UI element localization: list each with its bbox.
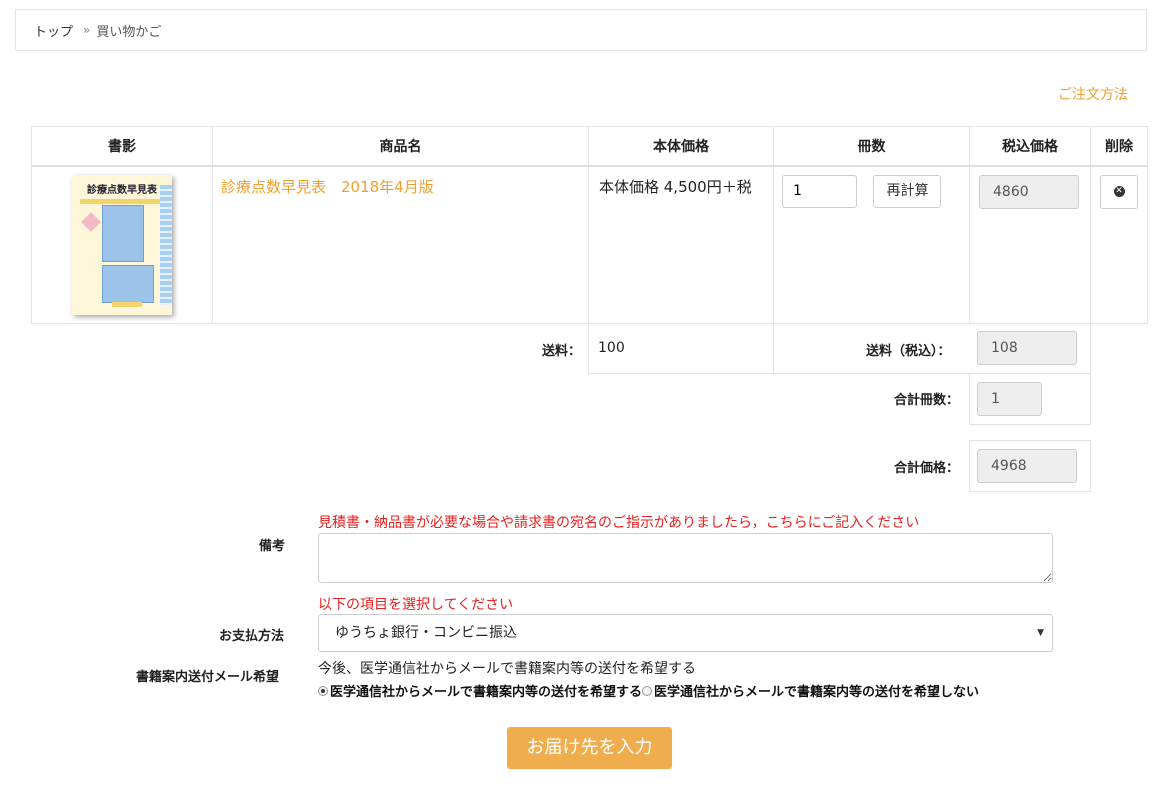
remarks-note: 見積書・納品書が必要な場合や請求書の宛名のご指示がありましたら，こちらにご記入く… [318, 515, 920, 531]
payment-method-select[interactable]: ゆうちょ銀行・コンビニ振込 ▼ [318, 614, 1053, 652]
product-name-cell: 診療点数早見表 2018年4月版 [212, 165, 589, 324]
product-name-link[interactable]: 診療点数早見表 2018年4月版 [221, 178, 434, 196]
header-base-price: 本体価格 [588, 126, 774, 167]
order-method-link[interactable]: ご注文方法 [1058, 84, 1128, 104]
total-price-field: 4968 [977, 449, 1077, 483]
payment-method-value: ゆうちょ銀行・コンビニ振込 [335, 625, 517, 641]
qty-cell: 再計算 [773, 165, 970, 324]
base-price-cell: 本体価格 4,500円＋税 [588, 165, 774, 324]
remarks-label: 備考 [259, 539, 286, 554]
mail-label: 書籍案内送付メール希望 [136, 670, 280, 685]
header-image: 書影 [31, 126, 213, 167]
payment-label: お支払方法 [219, 629, 285, 644]
book-cover-image[interactable]: 診療点数早見表 [72, 174, 172, 315]
cover-cell: 診療点数早見表 [31, 165, 213, 324]
book-cover-title: 診療点数早見表 [87, 184, 157, 196]
quantity-input[interactable] [782, 174, 857, 208]
mail-description: 今後、医学通信社からメールで書籍案内等の送付を希望する [318, 661, 696, 677]
mail-no-label[interactable]: 医学通信社からメールで書籍案内等の送付を希望しない [654, 681, 979, 700]
mail-yes-label[interactable]: 医学通信社からメールで書籍案内等の送付を希望する [330, 681, 642, 700]
delete-cell: ✕ [1090, 165, 1148, 324]
payment-note: 以下の項目を選択してください [318, 597, 514, 613]
enter-delivery-address-button[interactable]: お届け先を入力 [507, 727, 672, 769]
shipping-label: 送料： [542, 344, 582, 359]
total-qty-field: 1 [977, 382, 1042, 416]
header-qty: 冊数 [773, 126, 970, 167]
total-price-label: 合計価格： [894, 461, 960, 476]
cart-header-row: 書影 商品名 本体価格 冊数 税込価格 削除 [31, 126, 1148, 167]
total-qty-label: 合計冊数： [894, 393, 960, 408]
header-delete: 削除 [1090, 126, 1148, 167]
breadcrumb: トップ » 買い物かご [15, 9, 1147, 51]
mail-radio-group: 医学通信社からメールで書籍案内等の送付を希望する 医学通信社からメールで書籍案内… [318, 681, 979, 700]
tax-price-cell: 4860 [969, 165, 1091, 324]
remarks-textarea[interactable] [318, 533, 1053, 583]
recalculate-button[interactable]: 再計算 [873, 174, 942, 208]
mail-no-radio[interactable] [642, 685, 653, 696]
cart-table: 書影 商品名 本体価格 冊数 税込価格 削除 診療点数早見表 診療点数早見表 2… [31, 126, 1148, 324]
close-icon: ✕ [1113, 186, 1125, 197]
shipping-value: 100 [598, 340, 625, 356]
delete-button[interactable]: ✕ [1100, 174, 1138, 209]
breadcrumb-current: 買い物かご [96, 24, 162, 40]
table-row: 診療点数早見表 診療点数早見表 2018年4月版 本体価格 4,500円＋税 再… [31, 165, 1148, 324]
mail-yes-radio[interactable] [318, 685, 328, 696]
breadcrumb-home-link[interactable]: トップ [34, 21, 73, 40]
shipping-tax-label: 送料（税込）： [866, 344, 951, 359]
header-name: 商品名 [212, 126, 589, 167]
shipping-tax-field: 108 [977, 331, 1077, 365]
header-tax-price: 税込価格 [969, 126, 1091, 167]
breadcrumb-separator: » [83, 23, 91, 37]
tax-price-field: 4860 [979, 174, 1079, 209]
chevron-down-icon: ▼ [1037, 628, 1044, 638]
